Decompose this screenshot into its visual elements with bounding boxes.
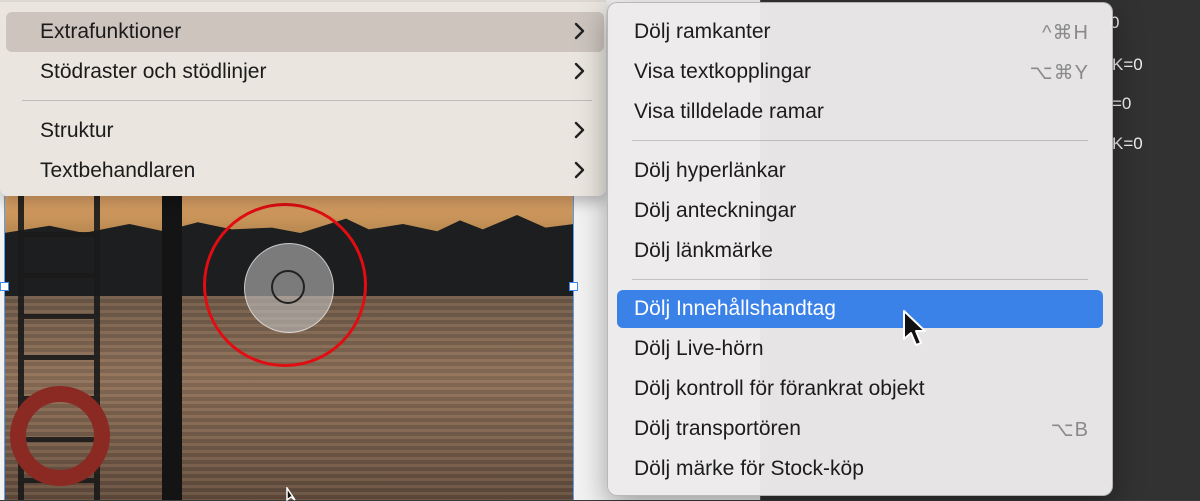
panel-value: =0 (1112, 94, 1132, 113)
extrafunktioner-submenu: Dölj ramkanter ^⌘H Visa textkopplingar ⌥… (607, 2, 1113, 496)
menu-item-dolj-live-horn[interactable]: Dölj Live-hörn (617, 330, 1103, 368)
menu-item-dolj-hyperlankar[interactable]: Dölj hyperlänkar (617, 152, 1103, 190)
menu-item-label: Dölj anteckningar (634, 199, 797, 222)
menu-top-edge (0, 0, 606, 2)
panel-value: K=0 (1112, 55, 1143, 74)
menu-item-label: Extrafunktioner (40, 20, 182, 43)
menu-item-label: Stödraster och stödlinjer (40, 60, 267, 83)
menu-item-label: Dölj länkmärke (634, 239, 773, 262)
frame-edge-right (573, 196, 574, 500)
menu-item-label: Textbehandlaren (40, 159, 196, 182)
menu-item-textbehandlaren[interactable]: Textbehandlaren (6, 151, 604, 191)
menu-item-label: Dölj hyperlänkar (634, 159, 786, 182)
chevron-right-icon (574, 161, 585, 179)
photo-lifebuoy (10, 386, 110, 486)
chevron-right-icon (574, 121, 585, 139)
menu-item-shortcut: ⌥B (1050, 419, 1089, 441)
menu-item-visa-tilldelade-ramar[interactable]: Visa tilldelade ramar (617, 93, 1103, 131)
menu-item-label: Dölj transportören (634, 417, 801, 440)
frame-handle-left[interactable] (0, 282, 9, 291)
menu-item-label: Visa textkopplingar (634, 60, 812, 83)
menu-item-dolj-lankmarke[interactable]: Dölj länkmärke (617, 232, 1103, 270)
menu-item-label: Dölj märke för Stock-köp (634, 457, 864, 480)
chevron-right-icon (574, 62, 585, 80)
menu-separator (632, 140, 1088, 141)
menu-item-label: Dölj kontroll för förankrat objekt (634, 377, 925, 400)
menu-item-stodraster[interactable]: Stödraster och stödlinjer (6, 52, 604, 92)
frame-handle-right[interactable] (569, 282, 578, 291)
menu-separator (632, 279, 1088, 280)
menu-item-shortcut: ⌥⌘Y (1029, 62, 1089, 84)
mouse-pointer-icon (903, 310, 926, 346)
menu-item-label: Visa tilldelade ramar (634, 100, 824, 123)
menu-separator (22, 100, 592, 101)
menu-item-visa-textkopplingar[interactable]: Visa textkopplingar ⌥⌘Y (617, 53, 1103, 91)
menu-item-dolj-anteckningar[interactable]: Dölj anteckningar (617, 192, 1103, 230)
menu-item-dolj-marke-stock-kop[interactable]: Dölj märke för Stock-köp (617, 450, 1103, 488)
frame-edge-left (4, 196, 5, 500)
view-menu: Extrafunktioner Stödraster och stödlinje… (0, 0, 606, 196)
menu-item-shortcut: ^⌘H (1042, 22, 1089, 44)
menu-item-label: Dölj Innehållshandtag (634, 297, 836, 320)
menu-item-struktur[interactable]: Struktur (6, 111, 604, 151)
annotation-highlight-circle (203, 203, 367, 367)
photo-pole (162, 196, 182, 500)
menu-item-label: Struktur (40, 119, 114, 142)
menu-item-dolj-transportoren[interactable]: Dölj transportören ⌥B (617, 410, 1103, 448)
pointer-fragment-icon (286, 487, 296, 501)
menu-item-label: Dölj ramkanter (634, 20, 771, 43)
chevron-right-icon (574, 22, 585, 40)
menu-item-dolj-kontroll-forankrat-objekt[interactable]: Dölj kontroll för förankrat objekt (617, 370, 1103, 408)
panel-value: K=0 (1112, 134, 1143, 153)
menu-item-dolj-innehallshandtag[interactable]: Dölj Innehållshandtag (617, 290, 1103, 328)
menu-item-dolj-ramkanter[interactable]: Dölj ramkanter ^⌘H (617, 13, 1103, 51)
menu-item-label: Dölj Live-hörn (634, 337, 764, 360)
menu-item-extrafunktioner[interactable]: Extrafunktioner (6, 12, 604, 52)
